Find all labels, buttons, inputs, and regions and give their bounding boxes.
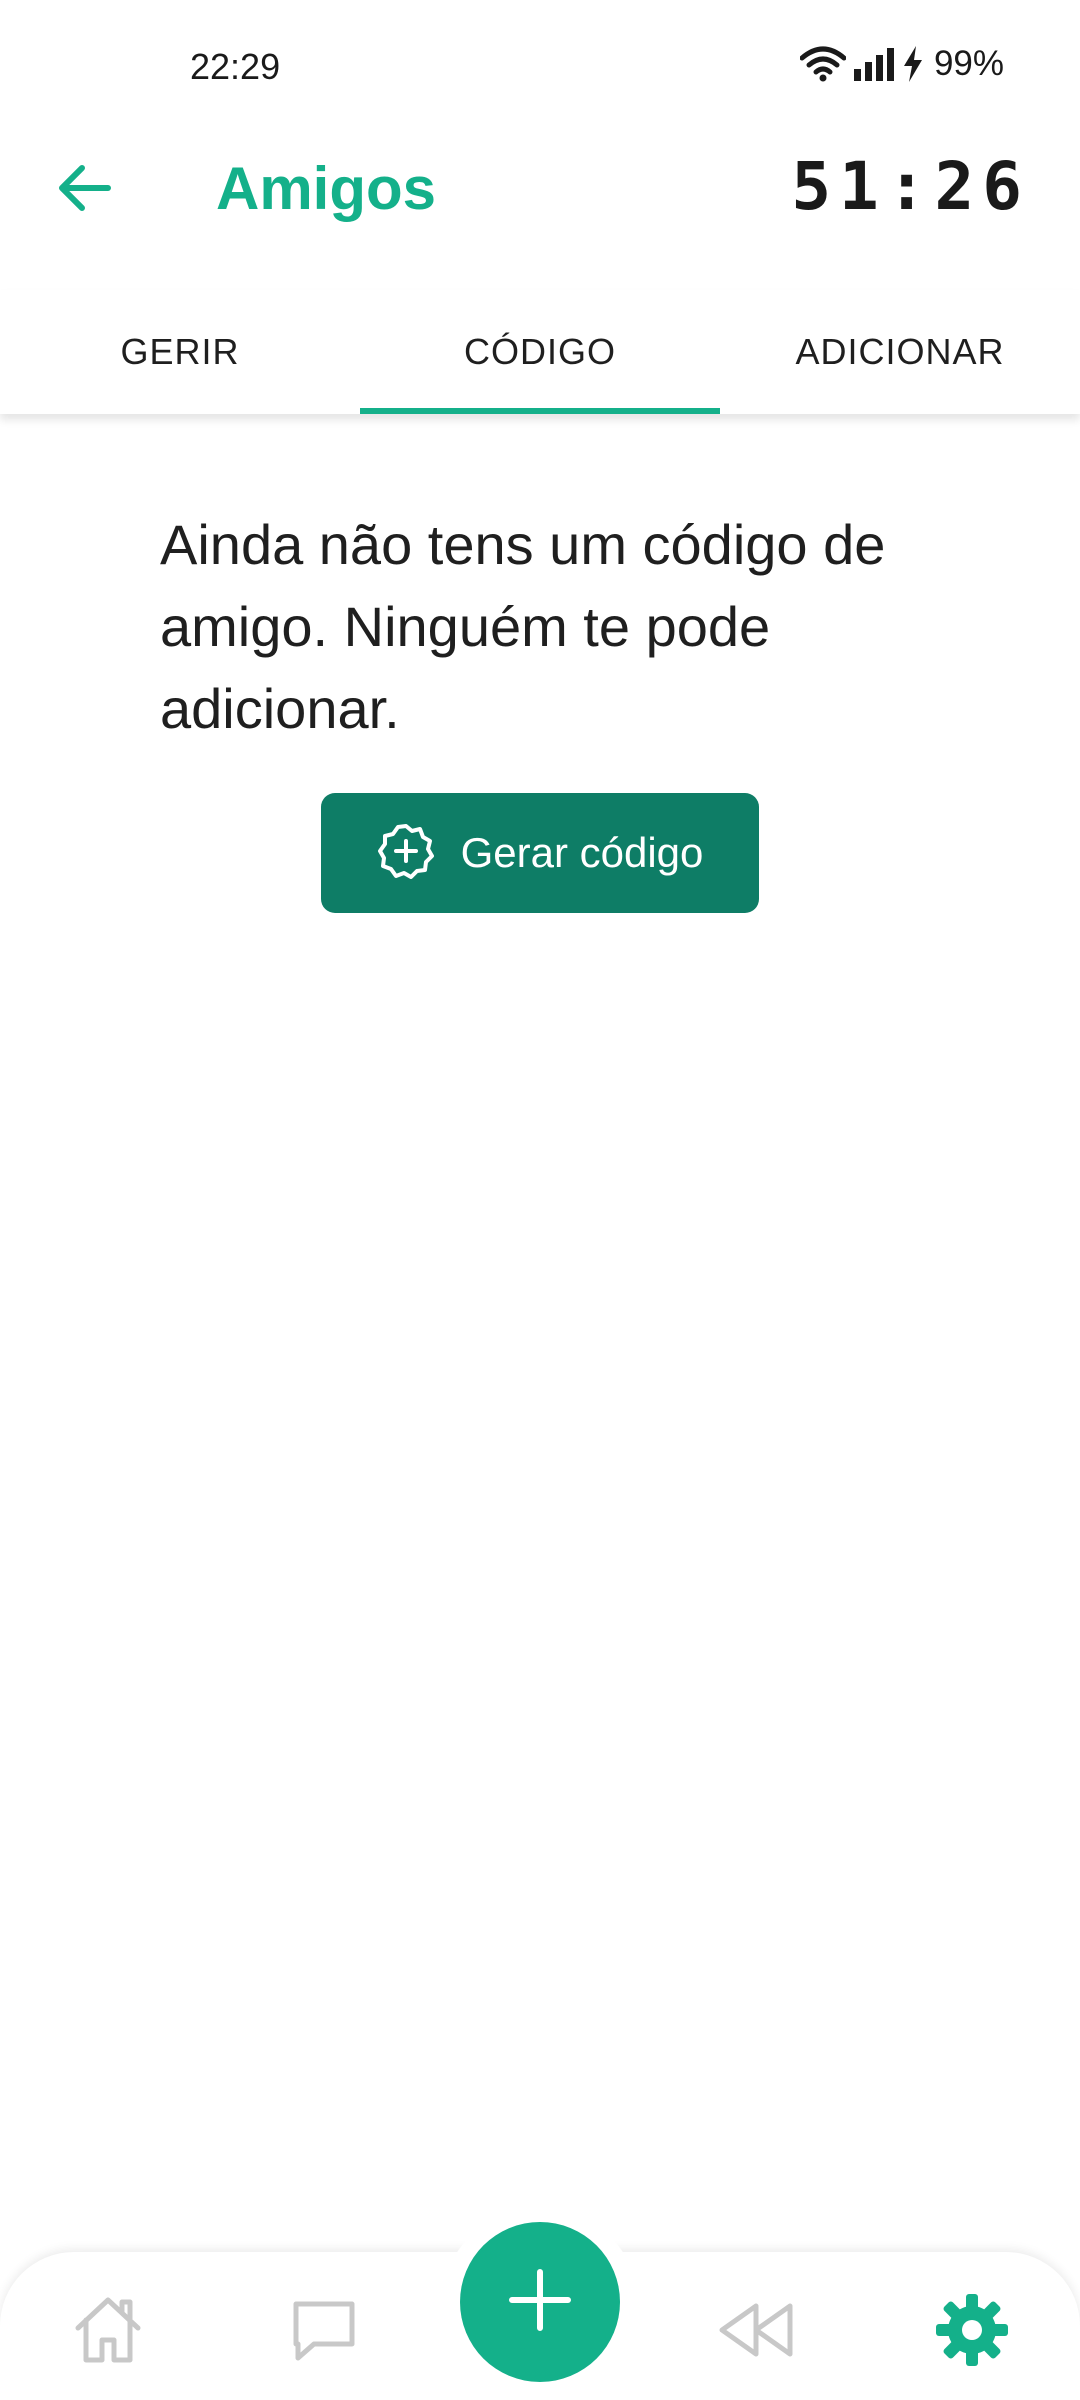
timer-display: 51:26 (791, 148, 1030, 225)
add-button[interactable] (460, 2222, 620, 2382)
status-icons: 99% (799, 44, 1004, 84)
rewind-icon (716, 2292, 796, 2373)
home-icon (70, 2292, 146, 2373)
back-button[interactable] (52, 158, 116, 222)
signal-icon (852, 47, 896, 81)
tab-gerir[interactable]: GERIR (0, 290, 360, 414)
nav-settings[interactable] (924, 2284, 1020, 2380)
battery-level: 99% (933, 44, 1004, 83)
generate-code-label: Gerar código (460, 829, 704, 876)
status-time: 22:29 (190, 46, 281, 87)
status-bar: 22:29 99% (0, 0, 1080, 130)
generate-code-button[interactable]: Gerar código (321, 793, 759, 913)
page-title: Amigos (216, 155, 437, 222)
settings-icon (934, 2292, 1010, 2373)
badge-plus-icon (377, 822, 435, 885)
tab-codigo[interactable]: CÓDIGO (360, 290, 720, 414)
wifi-icon (799, 46, 846, 82)
tab-adicionar[interactable]: ADICIONAR (720, 290, 1080, 414)
nav-home[interactable] (60, 2284, 156, 2380)
tab-bar: GERIR CÓDIGO ADICIONAR (0, 290, 1080, 414)
arrow-left-icon (56, 164, 112, 217)
plus-icon (508, 2268, 572, 2337)
app-bar: Amigos 51:26 (0, 130, 1080, 250)
charging-icon (902, 46, 924, 82)
chat-icon (286, 2292, 362, 2373)
nav-chat[interactable] (276, 2284, 372, 2380)
nav-rewind[interactable] (708, 2284, 804, 2380)
empty-state-message: Ainda não tens um código de amigo. Ningu… (160, 513, 886, 740)
